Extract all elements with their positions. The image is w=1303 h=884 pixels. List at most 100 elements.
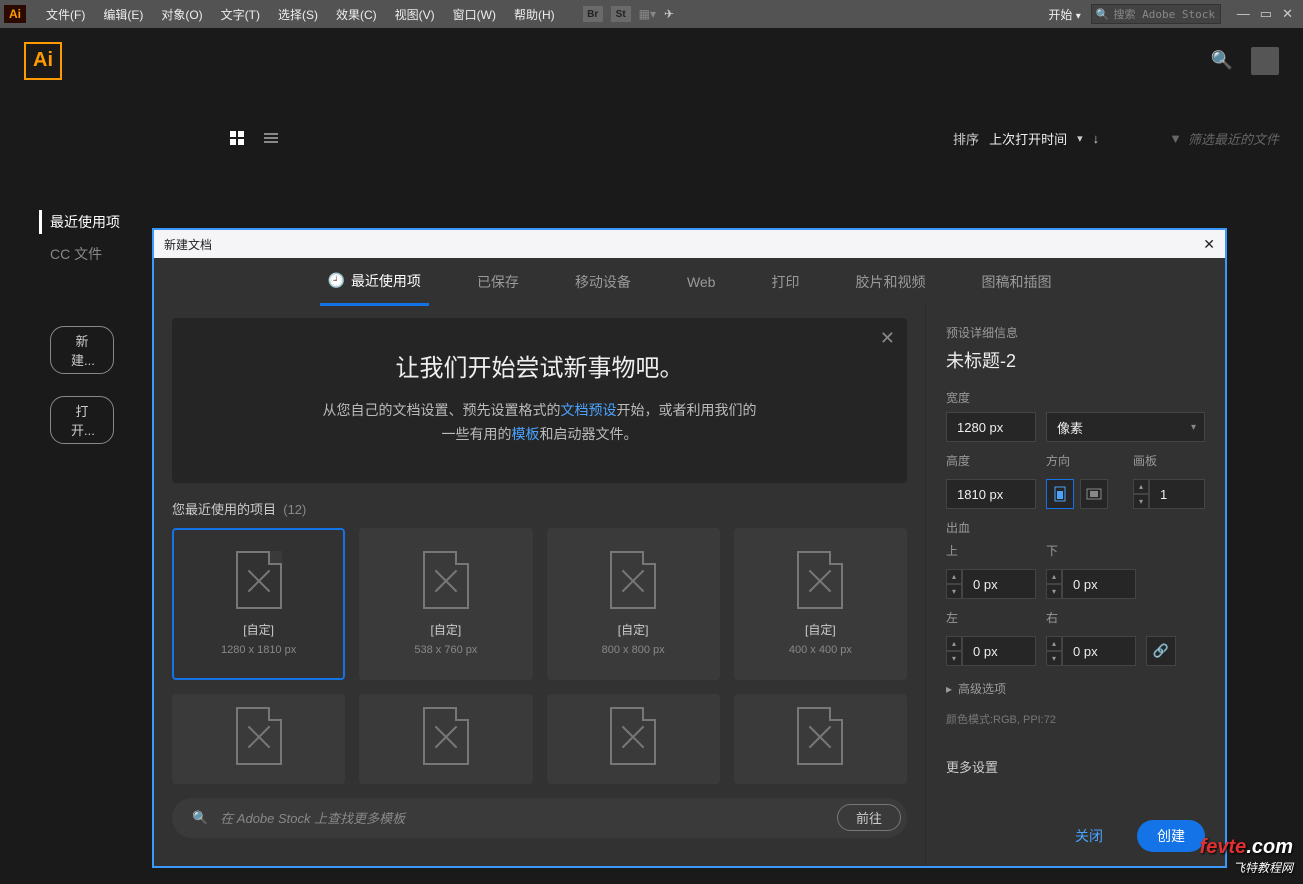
- stock-search-input[interactable]: 在 Adobe Stock 上查找更多模板: [220, 808, 405, 827]
- list-view-icon[interactable]: [264, 133, 278, 143]
- sort-label: 排序: [953, 129, 979, 148]
- tab-art[interactable]: 图稿和插图: [973, 260, 1059, 304]
- stock-search-row: 🔍 在 Adobe Stock 上查找更多模板 前往: [172, 798, 907, 838]
- bleed-top-input[interactable]: 0 px: [962, 569, 1036, 599]
- sort-dir-icon[interactable]: ↓: [1093, 131, 1100, 146]
- preset-item[interactable]: [自定] 800 x 800 px: [547, 528, 720, 680]
- preset-item[interactable]: [自定] 400 x 400 px: [734, 528, 907, 680]
- dialog-close-icon[interactable]: ✕: [1203, 236, 1215, 253]
- search-icon: 🔍: [1096, 8, 1110, 21]
- layout-icon[interactable]: ▦▾: [639, 7, 656, 21]
- app-logo-large: Ai: [24, 42, 62, 80]
- preset-item[interactable]: [172, 694, 345, 784]
- window-controls: ― ▭ ✕: [1231, 6, 1299, 22]
- bleed-label: 出血: [946, 519, 1205, 536]
- document-name[interactable]: 未标题-2: [946, 347, 1205, 373]
- orient-landscape[interactable]: [1080, 479, 1108, 509]
- tab-recent[interactable]: 🕘最近使用项: [320, 259, 429, 306]
- menu-file[interactable]: 文件(F): [38, 2, 93, 27]
- details-heading: 预设详细信息: [946, 324, 1205, 341]
- start-left-nav: 最近使用项 CC 文件 新建... 打开...: [50, 210, 120, 444]
- close-button[interactable]: 关闭: [1055, 820, 1123, 852]
- doc-presets-link[interactable]: 文档预设: [561, 402, 617, 418]
- document-icon: [610, 707, 656, 765]
- menu-object[interactable]: 对象(O): [153, 2, 210, 27]
- user-avatar[interactable]: [1251, 47, 1279, 75]
- document-icon: [610, 551, 656, 609]
- menu-view[interactable]: 视图(V): [387, 2, 443, 27]
- close-icon[interactable]: ✕: [1282, 6, 1293, 22]
- create-button[interactable]: 创建: [1137, 820, 1205, 852]
- menu-select[interactable]: 选择(S): [270, 2, 326, 27]
- link-bleed-icon[interactable]: 🔗: [1146, 636, 1176, 666]
- document-icon: [797, 707, 843, 765]
- bleed-left-input[interactable]: 0 px: [962, 636, 1036, 666]
- recent-items-label: 您最近使用的项目 (12): [172, 499, 907, 518]
- advanced-toggle[interactable]: ▸高级选项: [946, 680, 1205, 697]
- tab-film[interactable]: 胶片和视频: [847, 260, 933, 304]
- orient-label: 方向: [1046, 452, 1108, 469]
- nav-recent[interactable]: 最近使用项: [39, 210, 120, 234]
- restore-icon[interactable]: ▭: [1260, 6, 1272, 22]
- menu-window[interactable]: 窗口(W): [445, 2, 504, 27]
- stock-icon[interactable]: St: [611, 6, 631, 22]
- bleed-stepper[interactable]: ▴▾: [946, 636, 962, 666]
- dialog-titlebar: 新建文档 ✕: [154, 230, 1225, 258]
- preset-details-pane: 预设详细信息 未标题-2 宽度 1280 px 像素▾ 高度 1810 px 方…: [925, 306, 1225, 866]
- dialog-left-pane: ✕ 让我们开始尝试新事物吧。 从您自己的文档设置、预先设置格式的文档预设开始，或…: [154, 306, 925, 866]
- preset-item[interactable]: [734, 694, 907, 784]
- bleed-left-label: 左: [946, 609, 1036, 626]
- preset-item[interactable]: [自定] 538 x 760 px: [359, 528, 532, 680]
- document-icon: [236, 707, 282, 765]
- menu-type[interactable]: 文字(T): [213, 2, 268, 27]
- document-icon: [236, 551, 282, 609]
- hero-close-icon[interactable]: ✕: [880, 328, 895, 349]
- height-label: 高度: [946, 452, 1036, 469]
- tab-mobile[interactable]: 移动设备: [567, 260, 639, 304]
- width-input[interactable]: 1280 px: [946, 412, 1036, 442]
- open-button[interactable]: 打开...: [50, 396, 114, 444]
- bridge-icon[interactable]: Br: [583, 6, 603, 22]
- publish-icon[interactable]: ✈: [664, 7, 674, 21]
- templates-link[interactable]: 模板: [512, 426, 540, 442]
- bleed-stepper[interactable]: ▴▾: [1046, 636, 1062, 666]
- bleed-stepper[interactable]: ▴▾: [946, 569, 962, 599]
- menu-edit[interactable]: 编辑(E): [95, 2, 151, 27]
- sort-value[interactable]: 上次打开时间: [989, 129, 1067, 148]
- minimize-icon[interactable]: ―: [1237, 6, 1250, 22]
- bleed-right-input[interactable]: 0 px: [1062, 636, 1136, 666]
- more-settings[interactable]: 更多设置: [946, 757, 1205, 776]
- preset-grid: [自定] 1280 x 1810 px [自定] 538 x 760 px [自…: [172, 528, 907, 784]
- bleed-top-label: 上: [946, 542, 1036, 559]
- bleed-bottom-input[interactable]: 0 px: [1062, 569, 1136, 599]
- preset-item[interactable]: [547, 694, 720, 784]
- stock-search-input[interactable]: 🔍 搜索 Adobe Stock: [1091, 4, 1221, 24]
- menu-help[interactable]: 帮助(H): [506, 2, 563, 27]
- orient-portrait[interactable]: [1046, 479, 1074, 509]
- unit-select[interactable]: 像素▾: [1046, 412, 1205, 442]
- bleed-right-label: 右: [1046, 609, 1136, 626]
- filter-icon: ▼: [1169, 131, 1182, 146]
- menu-effect[interactable]: 效果(C): [328, 2, 385, 27]
- artboard-input[interactable]: 1: [1149, 479, 1205, 509]
- preset-item[interactable]: [359, 694, 532, 784]
- grid-view-icon[interactable]: [230, 131, 244, 145]
- tab-web[interactable]: Web: [679, 262, 724, 302]
- stock-go-button[interactable]: 前往: [837, 804, 901, 831]
- toolbar-extra: Br St ▦▾ ✈: [583, 6, 674, 22]
- search-icon[interactable]: 🔍: [1211, 50, 1233, 71]
- preset-item[interactable]: [自定] 1280 x 1810 px: [172, 528, 345, 680]
- new-button[interactable]: 新建...: [50, 326, 114, 374]
- document-icon: [423, 707, 469, 765]
- workspace-switcher[interactable]: 开始 ▾: [1038, 4, 1090, 25]
- artboard-stepper[interactable]: ▴▾: [1133, 479, 1149, 509]
- tab-saved[interactable]: 已保存: [469, 260, 527, 304]
- hero-text: 从您自己的文档设置、预先设置格式的文档预设开始，或者利用我们的 一些有用的模板和…: [212, 399, 867, 447]
- chevron-down-icon[interactable]: ▾: [1077, 132, 1083, 145]
- filter-input[interactable]: 筛选最近的文件: [1188, 129, 1279, 148]
- nav-cc-files[interactable]: CC 文件: [50, 242, 120, 266]
- tab-print[interactable]: 打印: [763, 260, 807, 304]
- bleed-stepper[interactable]: ▴▾: [1046, 569, 1062, 599]
- height-input[interactable]: 1810 px: [946, 479, 1036, 509]
- document-icon: [797, 551, 843, 609]
